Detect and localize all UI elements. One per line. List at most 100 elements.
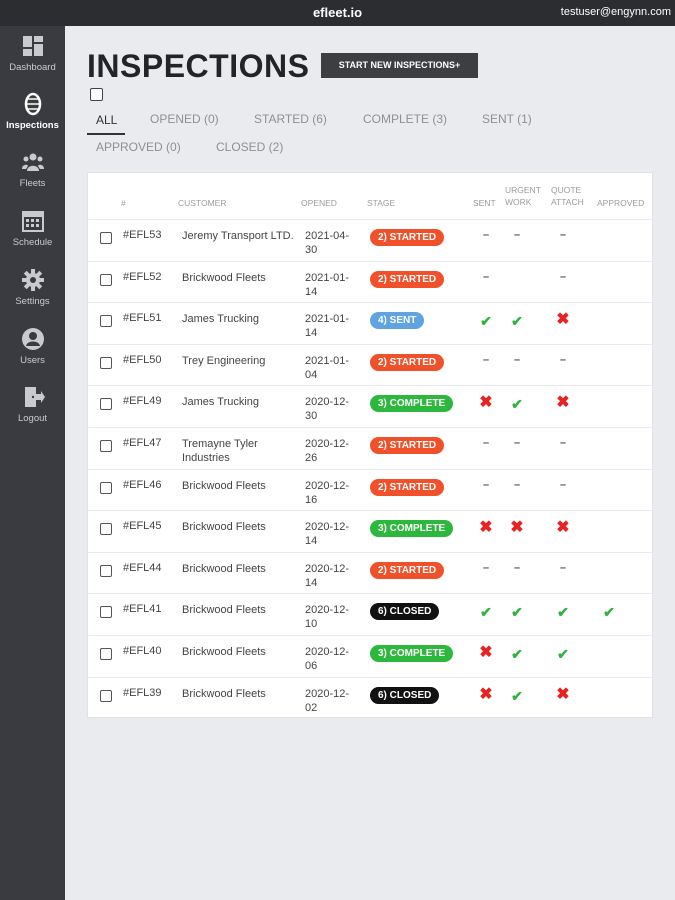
inspection-number[interactable]: #EFL50 (123, 354, 162, 366)
row-checkbox[interactable] (100, 273, 112, 286)
table-row[interactable]: #EFL40 Brickwood Fleets 2020-12-06 3) COMPL… (88, 635, 652, 677)
dashboard-icon (21, 34, 45, 58)
approved-check-icon: ✔ (603, 604, 615, 621)
column-header-quote-attach[interactable]: QUOTE ATTACH (551, 184, 584, 208)
row-checkbox[interactable] (100, 564, 112, 577)
table-row[interactable]: #EFL39 Brickwood Fleets 2020-12-02 6) CLOSE… (88, 676, 652, 719)
opened-date: 2020-12-06 (305, 646, 350, 672)
sent-cross-icon: ✖ (479, 394, 493, 412)
row-checkbox[interactable] (100, 398, 112, 411)
user-email[interactable]: testuser@engynn.com (561, 6, 671, 18)
sent-dash-icon: – (482, 561, 490, 574)
inspection-number[interactable]: #EFL52 (123, 271, 162, 283)
quote-cross-icon: ✖ (556, 394, 570, 412)
sidebar-item-settings[interactable]: Settings (0, 268, 65, 320)
opened-date: 2021-04-30 (305, 230, 350, 256)
customer-name: Brickwood Fleets (182, 521, 266, 534)
urgent-dash-icon: – (513, 478, 521, 491)
sidebar-item-dashboard[interactable]: Dashboard (0, 34, 65, 86)
table-row[interactable]: #EFL41 Brickwood Fleets 2020-12-10 6) CLOSE… (88, 593, 652, 635)
inspection-number[interactable]: #EFL45 (123, 520, 162, 532)
urgent-check-icon: ✔ (511, 687, 523, 704)
tab-opened[interactable]: OPENED (0) (150, 112, 219, 126)
row-checkbox[interactable] (100, 356, 112, 369)
column-header-number[interactable]: # (121, 197, 126, 209)
tab-complete[interactable]: COMPLETE (3) (363, 112, 447, 126)
inspection-number[interactable]: #EFL46 (123, 479, 162, 491)
tab-started[interactable]: STARTED (6) (254, 112, 327, 126)
sidebar-item-fleets[interactable]: Fleets (0, 150, 65, 202)
column-header-sent[interactable]: SENT (473, 197, 496, 209)
customer-name: Brickwood Fleets (182, 271, 266, 284)
sent-cross-icon: ✖ (479, 685, 493, 703)
table-row[interactable]: #EFL47 Tremayne Tyler Industries 2020-12-2… (88, 427, 652, 469)
row-checkbox[interactable] (100, 440, 112, 452)
quote-dash-icon: – (559, 561, 567, 574)
quote-dash-icon: – (559, 437, 567, 449)
quote-check-icon: ✔ (557, 646, 569, 662)
row-checkbox[interactable] (100, 315, 112, 328)
inspection-number[interactable]: #EFL39 (123, 687, 162, 699)
sidebar-item-users[interactable]: Users (0, 327, 65, 379)
row-checkbox[interactable] (100, 689, 112, 702)
customer-name: Brickwood Fleets (182, 687, 266, 700)
column-header-urgent-work[interactable]: URGENT WORK (505, 184, 541, 208)
quote-dash-icon: – (559, 229, 567, 241)
sidebar-item-inspections[interactable]: Inspections (0, 92, 65, 144)
opened-date: 2020-12-14 (305, 562, 350, 589)
row-checkbox[interactable] (100, 481, 112, 494)
sidebar-item-label: Settings (15, 296, 50, 307)
tab-approved[interactable]: APPROVED (0) (96, 140, 181, 154)
header-line: QUOTE (551, 185, 582, 195)
table-row[interactable]: #EFL49 James Trucking 2020-12-30 3) COMPLET… (88, 385, 652, 427)
urgent-check-icon: ✔ (511, 604, 523, 621)
row-checkbox[interactable] (100, 523, 112, 536)
stage-badge: 2) STARTED (370, 229, 445, 246)
row-checkbox[interactable] (100, 232, 112, 244)
customer-name: Trey Engineering (182, 354, 266, 367)
row-checkbox[interactable] (100, 648, 112, 660)
inspection-number[interactable]: #EFL41 (123, 603, 162, 615)
column-header-stage[interactable]: STAGE (367, 197, 395, 209)
inspection-number[interactable]: #EFL51 (123, 312, 162, 324)
urgent-cross-icon: ✖ (510, 519, 524, 537)
inspection-number[interactable]: #EFL47 (123, 437, 162, 449)
table-row[interactable]: #EFL45 Brickwood Fleets 2020-12-14 3) COMPL… (88, 510, 652, 552)
row-checkbox[interactable] (100, 606, 112, 619)
inspection-number[interactable]: #EFL49 (123, 395, 162, 407)
header-line: ATTACH (551, 197, 584, 207)
column-header-opened[interactable]: OPENED (301, 197, 337, 209)
table-row[interactable]: #EFL46 Brickwood Fleets 2020-12-16 2) START… (88, 468, 652, 511)
opened-date: 2020-12-10 (305, 604, 350, 631)
gear-icon (21, 268, 45, 292)
opened-date: 2020-12-02 (305, 687, 350, 714)
calendar-icon (21, 209, 45, 233)
stage-badge: 6) CLOSED (370, 686, 440, 704)
urgent-dash-icon: – (513, 561, 521, 574)
table-row[interactable]: #EFL53 Jeremy Transport LTD. 2021-04-30 2) … (88, 219, 652, 261)
people-icon (21, 150, 45, 174)
inspection-number[interactable]: #EFL44 (123, 562, 162, 574)
inspection-number[interactable]: #EFL40 (123, 645, 162, 657)
header-line: URGENT (505, 185, 541, 195)
table-row[interactable]: #EFL52 Brickwood Fleets 2021-01-14 2) START… (88, 260, 652, 303)
tab-sent[interactable]: SENT (1) (482, 112, 532, 126)
header-line: WORK (505, 197, 532, 207)
urgent-check-icon: ✔ (511, 313, 523, 330)
tab-all[interactable]: ALL (96, 113, 117, 127)
sidebar-item-schedule[interactable]: Schedule (0, 209, 65, 261)
select-all-checkbox[interactable] (90, 88, 103, 101)
sent-dash-icon: – (482, 353, 490, 366)
column-header-customer[interactable]: CUSTOMER (178, 197, 227, 209)
table-row[interactable]: #EFL44 Brickwood Fleets 2020-12-14 2) START… (88, 551, 652, 594)
sidebar-item-logout[interactable]: Logout (0, 385, 65, 437)
sent-dash-icon: – (482, 229, 490, 241)
start-new-inspection-button[interactable]: START NEW INSPECTIONS+ (321, 53, 478, 78)
table-row[interactable]: #EFL50 Trey Engineering 2021-01-04 2) START… (88, 343, 652, 386)
sent-dash-icon: – (482, 270, 490, 283)
inspection-number[interactable]: #EFL53 (123, 229, 162, 241)
tab-closed[interactable]: CLOSED (2) (216, 140, 283, 154)
table-row[interactable]: #EFL51 James Trucking 2021-01-14 4) SENT ✔ ✔ ✖ (88, 302, 652, 344)
sent-check-icon: ✔ (480, 313, 492, 330)
column-header-approved[interactable]: APPROVED (597, 197, 644, 209)
